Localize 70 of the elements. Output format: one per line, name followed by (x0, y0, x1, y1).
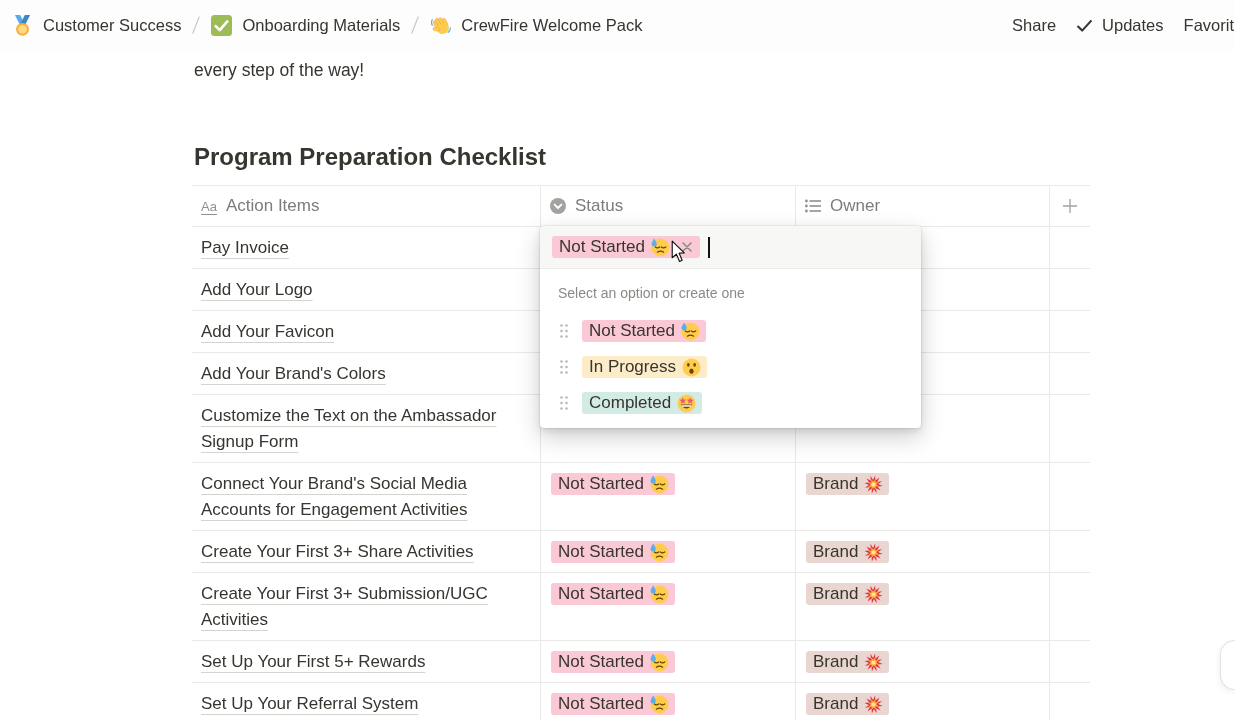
status-option[interactable]: Completed (582, 392, 703, 414)
drag-handle-icon (560, 396, 568, 410)
tag-label: Not Started (558, 583, 644, 605)
sweat-face-icon (681, 321, 700, 341)
tag-label: Not Started (559, 236, 645, 258)
floating-round-button[interactable] (1220, 640, 1235, 690)
tag-label: Not Started (558, 541, 644, 563)
explosion-icon (864, 474, 884, 494)
star-eyes-face-icon (677, 393, 697, 413)
sweat-face-icon (650, 694, 669, 714)
waving-hand-icon (430, 14, 452, 36)
top-action-button[interactable]: Favorit (1175, 12, 1235, 38)
sweat-face-icon (650, 584, 669, 604)
sweat-face-icon (651, 237, 670, 257)
explosion-icon (864, 652, 884, 672)
drag-handle-icon (560, 360, 568, 374)
row-title-link[interactable]: Set Up Your Referral System (201, 691, 419, 717)
row-title-link[interactable]: Add Your Favicon (201, 319, 335, 345)
list-icon (805, 198, 821, 214)
intro-text: every step of the way! (194, 59, 366, 82)
tag-label: Completed (589, 392, 672, 414)
hint-text: Select an option or create one (557, 284, 746, 303)
top-action-button[interactable]: Share (1004, 12, 1065, 38)
tag-input-field[interactable]: Not Started (540, 226, 921, 269)
breadcrumb-item[interactable]: CrewFire Welcome Pack (428, 12, 645, 38)
tag-label: Brand (813, 651, 859, 673)
tag-label: Brand (813, 693, 859, 715)
explosion-icon (864, 584, 884, 604)
surprised-face-icon (681, 357, 701, 377)
drag-handle-icon (560, 324, 568, 338)
explosion-icon (864, 542, 884, 562)
row-title-link[interactable]: Add Your Brand's Colors (201, 361, 386, 387)
row-title-link[interactable]: Add Your Logo (201, 277, 313, 303)
tag-label: Not Started (589, 320, 675, 342)
check-box-icon (211, 14, 233, 36)
status-circle-icon (550, 198, 566, 214)
tag-label: In Progress (589, 356, 676, 378)
row-title-link[interactable]: Pay Invoice (201, 235, 289, 261)
sweat-face-icon (650, 652, 669, 672)
text-type-icon: Aa (201, 198, 217, 214)
database-title: Program Preparation Checklist (194, 142, 548, 172)
status-option[interactable]: Not Started (582, 320, 706, 342)
row-title-link[interactable]: Customize the Text on the Ambassador Signup Form (201, 403, 531, 455)
tag-label: Not Started (558, 651, 644, 673)
row-title-link[interactable]: Connect Your Brand's Social Media Accounts for Engagement Activities (201, 471, 531, 523)
medal-icon (12, 14, 33, 36)
slash-icon (411, 16, 420, 34)
status-option[interactable]: In Progress (582, 356, 707, 378)
slash-icon (192, 16, 201, 34)
remove-tag-button[interactable] (680, 240, 694, 254)
row-title-link[interactable]: Set Up Your First 5+ Rewards (201, 649, 426, 675)
breadcrumb-item[interactable]: Customer Success (10, 12, 184, 38)
text-cursor-icon (708, 236, 710, 258)
row-title-link[interactable]: Create Your First 3+ Share Activities (201, 539, 474, 565)
check-icon (1076, 18, 1094, 32)
top-action-button[interactable]: Updates (1068, 12, 1172, 38)
mouse-pointer-icon (671, 240, 686, 263)
tag-label: Brand (813, 541, 859, 563)
tag-label: Not Started (558, 693, 644, 715)
tag-label: Not Started (558, 473, 644, 495)
breadcrumb-item[interactable]: Onboarding Materials (209, 12, 403, 38)
column-header[interactable]: Aa Action Items (192, 186, 541, 226)
row-title-link[interactable]: Create Your First 3+ Submission/UGC Activities (201, 581, 531, 633)
sweat-face-icon (650, 474, 669, 494)
close-icon (682, 242, 692, 252)
plus-icon (1063, 199, 1077, 213)
sweat-face-icon (650, 542, 669, 562)
explosion-icon (864, 694, 884, 714)
tag-label: Brand (813, 473, 859, 495)
tag-label: Brand (813, 583, 859, 605)
